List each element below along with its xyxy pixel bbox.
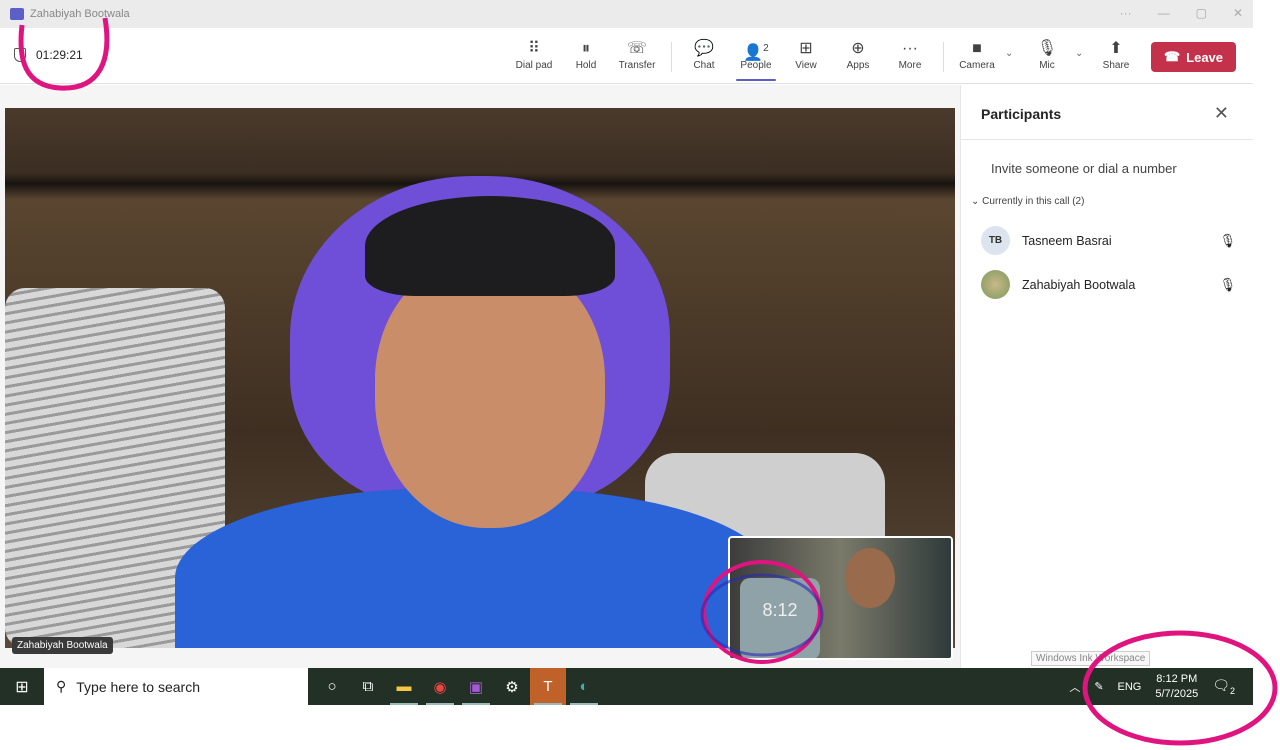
divider — [961, 139, 1253, 140]
search-placeholder: Type here to search — [76, 678, 201, 695]
call-timer: 01:29:21 — [36, 48, 83, 62]
edge-icon[interactable]: ◐ — [566, 668, 602, 705]
more-options-button[interactable]: ··· — [1120, 6, 1132, 20]
video-headband — [365, 196, 615, 296]
show-hidden-icons-chevron-icon[interactable]: ︿ — [1069, 679, 1080, 695]
camera-options-chevron-icon[interactable]: ⌄ — [1005, 48, 1013, 59]
apps-button[interactable]: ⊕ Apps — [833, 38, 883, 71]
people-button[interactable]: 👤2 People — [731, 38, 781, 81]
settings-icon[interactable]: ⚙ — [494, 668, 530, 705]
mic-options-chevron-icon[interactable]: ⌄ — [1075, 48, 1083, 59]
windows-taskbar: ⊞ ⚲ Type here to search ○ ⧉ ▬ ◉ ▣ ⚙ T ◐ ︿… — [0, 668, 1253, 705]
camera-button[interactable]: ■ Camera — [952, 38, 1002, 71]
participant-name: Tasneem Basrai — [1022, 233, 1112, 248]
section-label: Currently in this call (2) — [982, 196, 1085, 207]
leave-button[interactable]: ☎ Leave — [1151, 42, 1236, 72]
share-button[interactable]: ⬆ Share — [1091, 38, 1141, 71]
dial-pad-button[interactable]: ⠿ Dial pad — [509, 38, 559, 71]
transfer-icon: ☏ — [626, 40, 647, 57]
transfer-label: Transfer — [618, 60, 656, 71]
chat-button[interactable]: 💬 Chat — [679, 38, 729, 71]
leave-label: Leave — [1186, 49, 1224, 65]
mic-icon: 🎙 — [1219, 232, 1236, 248]
title-bar: Zahabiyah Bootwala ··· — ▢ ✕ — [0, 0, 1253, 28]
view-button[interactable]: ⊞ View — [781, 38, 831, 71]
in-call-section-toggle[interactable]: ⌄ Currently in this call (2) — [971, 196, 1084, 207]
teams-icon[interactable]: T — [530, 668, 566, 705]
chat-label: Chat — [693, 60, 715, 71]
self-view-video[interactable]: 8:12 — [728, 536, 953, 660]
share-icon: ⬆ — [1109, 40, 1123, 57]
camera-icon: ■ — [972, 40, 982, 57]
camera-label: Camera — [959, 60, 995, 71]
more-button[interactable]: ··· More — [885, 38, 935, 71]
participants-panel: Participants ✕ Invite someone or dial a … — [960, 85, 1253, 668]
participant-item[interactable]: Zahabiyah Bootwala 🎙 — [981, 270, 1236, 299]
windows-start-icon[interactable]: ⊞ — [0, 677, 44, 697]
participant-item[interactable]: TB Tasneem Basrai 🎙 — [981, 226, 1236, 255]
hold-label: Hold — [575, 60, 597, 71]
shield-icon — [14, 48, 26, 62]
phone-hangup-icon: ☎ — [1163, 49, 1181, 64]
divider — [943, 42, 944, 72]
onenote-icon[interactable]: ▣ — [458, 668, 494, 705]
apps-label: Apps — [846, 60, 870, 71]
close-panel-icon[interactable]: ✕ — [1214, 103, 1229, 124]
clock[interactable]: 8:12 PM 5/7/2025 — [1155, 672, 1198, 702]
clock-date: 5/7/2025 — [1155, 687, 1199, 700]
dial-pad-icon: ⠿ — [528, 40, 540, 57]
search-icon: ⚲ — [56, 678, 67, 694]
mic-icon: 🎙 — [1036, 40, 1058, 57]
more-icon: ··· — [902, 40, 918, 57]
call-toolbar: 01:29:21 ⠿ Dial pad ⏸ Hold ☏ Transfer 💬 Chat… — [0, 28, 1253, 84]
system-tray: ︿ ✎ ENG 8:12 PM 5/7/2025 🗨2 — [1069, 668, 1253, 705]
pip-phone: 8:12 — [740, 578, 820, 658]
apps-icon: ⊕ — [851, 40, 865, 57]
mic-button[interactable]: 🎙 Mic — [1022, 38, 1072, 71]
divider — [671, 42, 672, 72]
hold-icon: ⏸ — [581, 40, 590, 57]
mic-label: Mic — [1039, 60, 1055, 71]
dial-pad-label: Dial pad — [515, 60, 553, 71]
people-label: People — [740, 60, 772, 71]
task-view-icon[interactable]: ⧉ — [350, 668, 386, 705]
maximize-button[interactable]: ▢ — [1196, 6, 1207, 20]
view-label: View — [795, 60, 817, 71]
close-window-button[interactable]: ✕ — [1233, 6, 1243, 20]
transfer-button[interactable]: ☏ Transfer — [612, 38, 662, 71]
pip-person — [845, 548, 895, 608]
minimize-button[interactable]: — — [1158, 6, 1170, 20]
share-label: Share — [1102, 60, 1130, 71]
participant-name-tag: Zahabiyah Bootwala — [12, 637, 113, 654]
windows-ink-icon[interactable]: ✎ — [1094, 680, 1103, 693]
mic-icon: 🎙 — [1219, 276, 1236, 292]
hold-button[interactable]: ⏸ Hold — [561, 38, 611, 71]
notification-count: 2 — [1229, 685, 1235, 696]
teams-logo-icon — [10, 8, 24, 20]
avatar — [981, 270, 1010, 299]
chrome-icon[interactable]: ◉ — [422, 668, 458, 705]
notifications-icon[interactable]: 🗨2 — [1212, 677, 1235, 696]
chat-icon: 💬 — [694, 40, 714, 57]
participant-name: Zahabiyah Bootwala — [1022, 277, 1136, 292]
file-explorer-icon[interactable]: ▬ — [386, 668, 422, 705]
tooltip: Windows Ink Workspace — [1031, 651, 1151, 666]
video-face — [375, 258, 605, 528]
video-stage: Zahabiyah Bootwala 8:12 — [0, 85, 960, 668]
invite-input[interactable]: Invite someone or dial a number — [991, 161, 1177, 176]
people-count: 2 — [763, 43, 769, 54]
people-icon: 👤2 — [743, 43, 769, 62]
window-title: Zahabiyah Bootwala — [30, 8, 130, 20]
panel-title: Participants — [981, 106, 1062, 122]
taskbar-search-box[interactable]: ⚲ Type here to search — [44, 668, 308, 705]
language-indicator[interactable]: ENG — [1118, 681, 1142, 693]
chevron-down-icon: ⌄ — [971, 196, 983, 207]
cortana-icon[interactable]: ○ — [314, 668, 350, 705]
view-icon: ⊞ — [799, 40, 813, 57]
clock-time: 8:12 PM — [1156, 672, 1198, 685]
avatar: TB — [981, 226, 1010, 255]
more-label: More — [898, 60, 922, 71]
